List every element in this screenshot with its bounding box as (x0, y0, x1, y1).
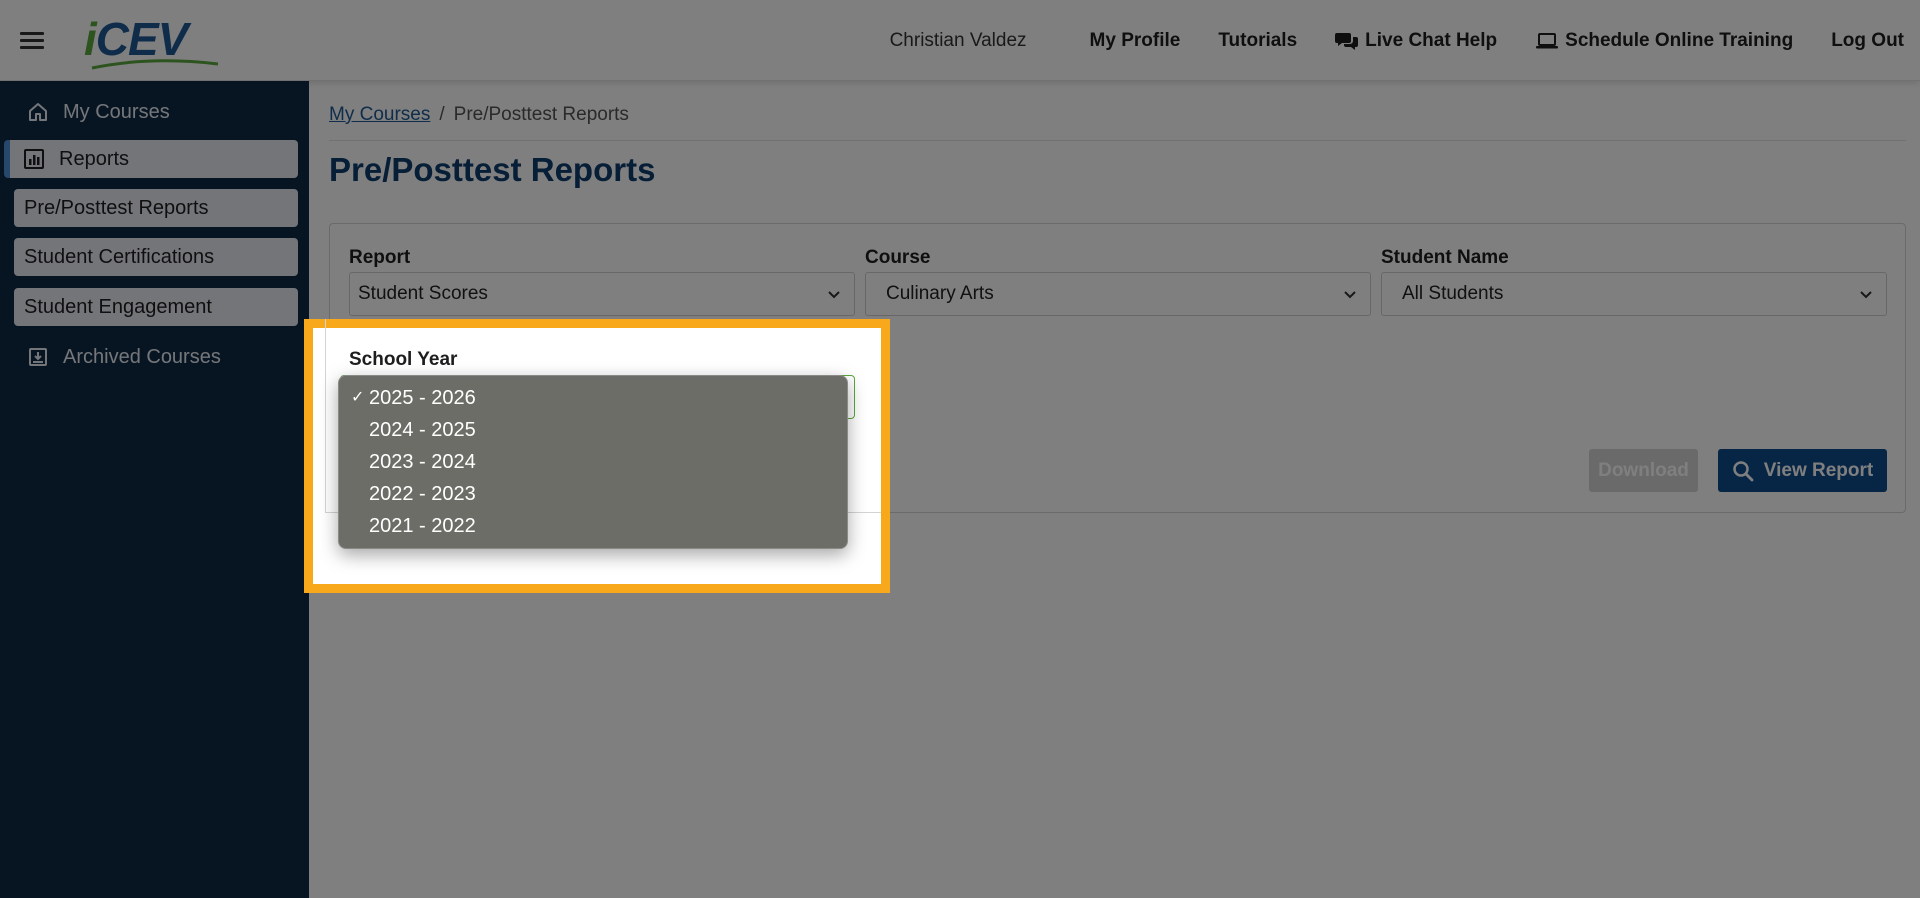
panel-border-left (325, 319, 326, 513)
report-select-value: Student Scores (358, 283, 488, 304)
chevron-down-icon (1344, 291, 1356, 299)
report-field-label: Report (349, 247, 411, 268)
tutorials-link[interactable]: Tutorials (1218, 30, 1297, 52)
user-name: Christian Valdez (889, 29, 1027, 51)
school-year-dropdown: ✓ 2025 - 2026 2024 - 2025 2023 - 2024 20… (338, 375, 848, 549)
school-year-option[interactable]: 2023 - 2024 (339, 446, 847, 478)
chevron-down-icon (828, 291, 840, 299)
breadcrumb-divider (329, 140, 1906, 141)
course-select-value: Culinary Arts (886, 283, 994, 304)
search-icon (1733, 460, 1754, 481)
report-chart-icon (24, 149, 44, 169)
breadcrumb-current: Pre/Posttest Reports (453, 104, 629, 125)
sidebar-item-label: Student Engagement (24, 295, 212, 318)
sidebar-item-label: My Courses (63, 100, 170, 123)
student-name-field-label: Student Name (1381, 247, 1509, 268)
live-chat-label: Live Chat Help (1365, 29, 1498, 51)
course-select[interactable]: Culinary Arts (865, 272, 1371, 316)
report-select[interactable]: Student Scores (349, 272, 855, 316)
log-out-link[interactable]: Log Out (1831, 30, 1904, 52)
course-field-label: Course (865, 247, 931, 268)
school-year-option-label: 2023 - 2024 (369, 451, 476, 473)
school-year-option[interactable]: 2024 - 2025 (339, 414, 847, 446)
my-profile-link[interactable]: My Profile (1090, 30, 1181, 52)
home-icon (29, 103, 47, 121)
schedule-training-link[interactable]: Schedule Online Training (1535, 30, 1793, 52)
student-name-select-value: All Students (1402, 283, 1504, 304)
sidebar-item-student-engagement[interactable]: Student Engagement (14, 288, 298, 326)
logo-swoosh-icon (91, 59, 219, 70)
school-year-option-label: 2021 - 2022 (369, 515, 476, 537)
live-chat-link[interactable]: Live Chat Help (1335, 30, 1497, 52)
sidebar-item-student-certifications[interactable]: Student Certifications (14, 238, 298, 276)
school-year-field-label: School Year (349, 349, 458, 370)
school-year-option-label: 2025 - 2026 (369, 387, 476, 409)
laptop-icon (1536, 32, 1559, 48)
chevron-down-icon (1860, 291, 1872, 299)
school-year-option[interactable]: ✓ 2025 - 2026 (339, 382, 847, 414)
view-report-label: View Report (1763, 459, 1874, 481)
top-header: iCEV Christian Valdez My Profile Tutoria… (0, 0, 1920, 81)
sidebar-item-label: Reports (59, 147, 130, 170)
top-nav: Christian Valdez My Profile Tutorials Li… (890, 0, 1904, 81)
chat-bubbles-icon (1335, 32, 1359, 50)
download-button[interactable]: Download (1589, 449, 1698, 492)
icev-logo[interactable]: iCEV (84, 12, 224, 70)
sidebar-item-label: Pre/Posttest Reports (24, 196, 209, 219)
sidebar-item-pre-posttest-reports[interactable]: Pre/Posttest Reports (14, 189, 298, 227)
sidebar-item-reports[interactable]: Reports (4, 140, 298, 178)
checkmark-icon: ✓ (351, 389, 365, 406)
breadcrumb-separator: / (439, 104, 445, 125)
page-title: Pre/Posttest Reports (329, 151, 656, 188)
log-out-label: Log Out (1831, 29, 1904, 51)
view-report-button[interactable]: View Report (1718, 449, 1887, 492)
breadcrumb: My Courses / Pre/Posttest Reports (329, 104, 629, 126)
sidebar-item-label: Student Certifications (24, 245, 215, 268)
schedule-training-label: Schedule Online Training (1565, 29, 1794, 51)
sidebar-item-my-courses[interactable]: My Courses (14, 93, 298, 131)
sidebar-item-archived-courses[interactable]: Archived Courses (14, 338, 298, 376)
breadcrumb-my-courses-link[interactable]: My Courses (329, 104, 430, 125)
sidebar-item-label: Archived Courses (63, 345, 221, 368)
my-profile-label: My Profile (1089, 29, 1181, 51)
sidebar: My Courses Reports Pre/Posttest Reports … (0, 81, 309, 898)
school-year-option[interactable]: 2022 - 2023 (339, 478, 847, 510)
school-year-option-label: 2024 - 2025 (369, 419, 476, 441)
menu-icon[interactable] (20, 30, 46, 50)
tutorials-label: Tutorials (1218, 29, 1298, 51)
school-year-option[interactable]: 2021 - 2022 (339, 510, 847, 542)
student-name-select[interactable]: All Students (1381, 272, 1887, 316)
archive-icon (29, 348, 47, 366)
school-year-option-label: 2022 - 2023 (369, 483, 476, 505)
